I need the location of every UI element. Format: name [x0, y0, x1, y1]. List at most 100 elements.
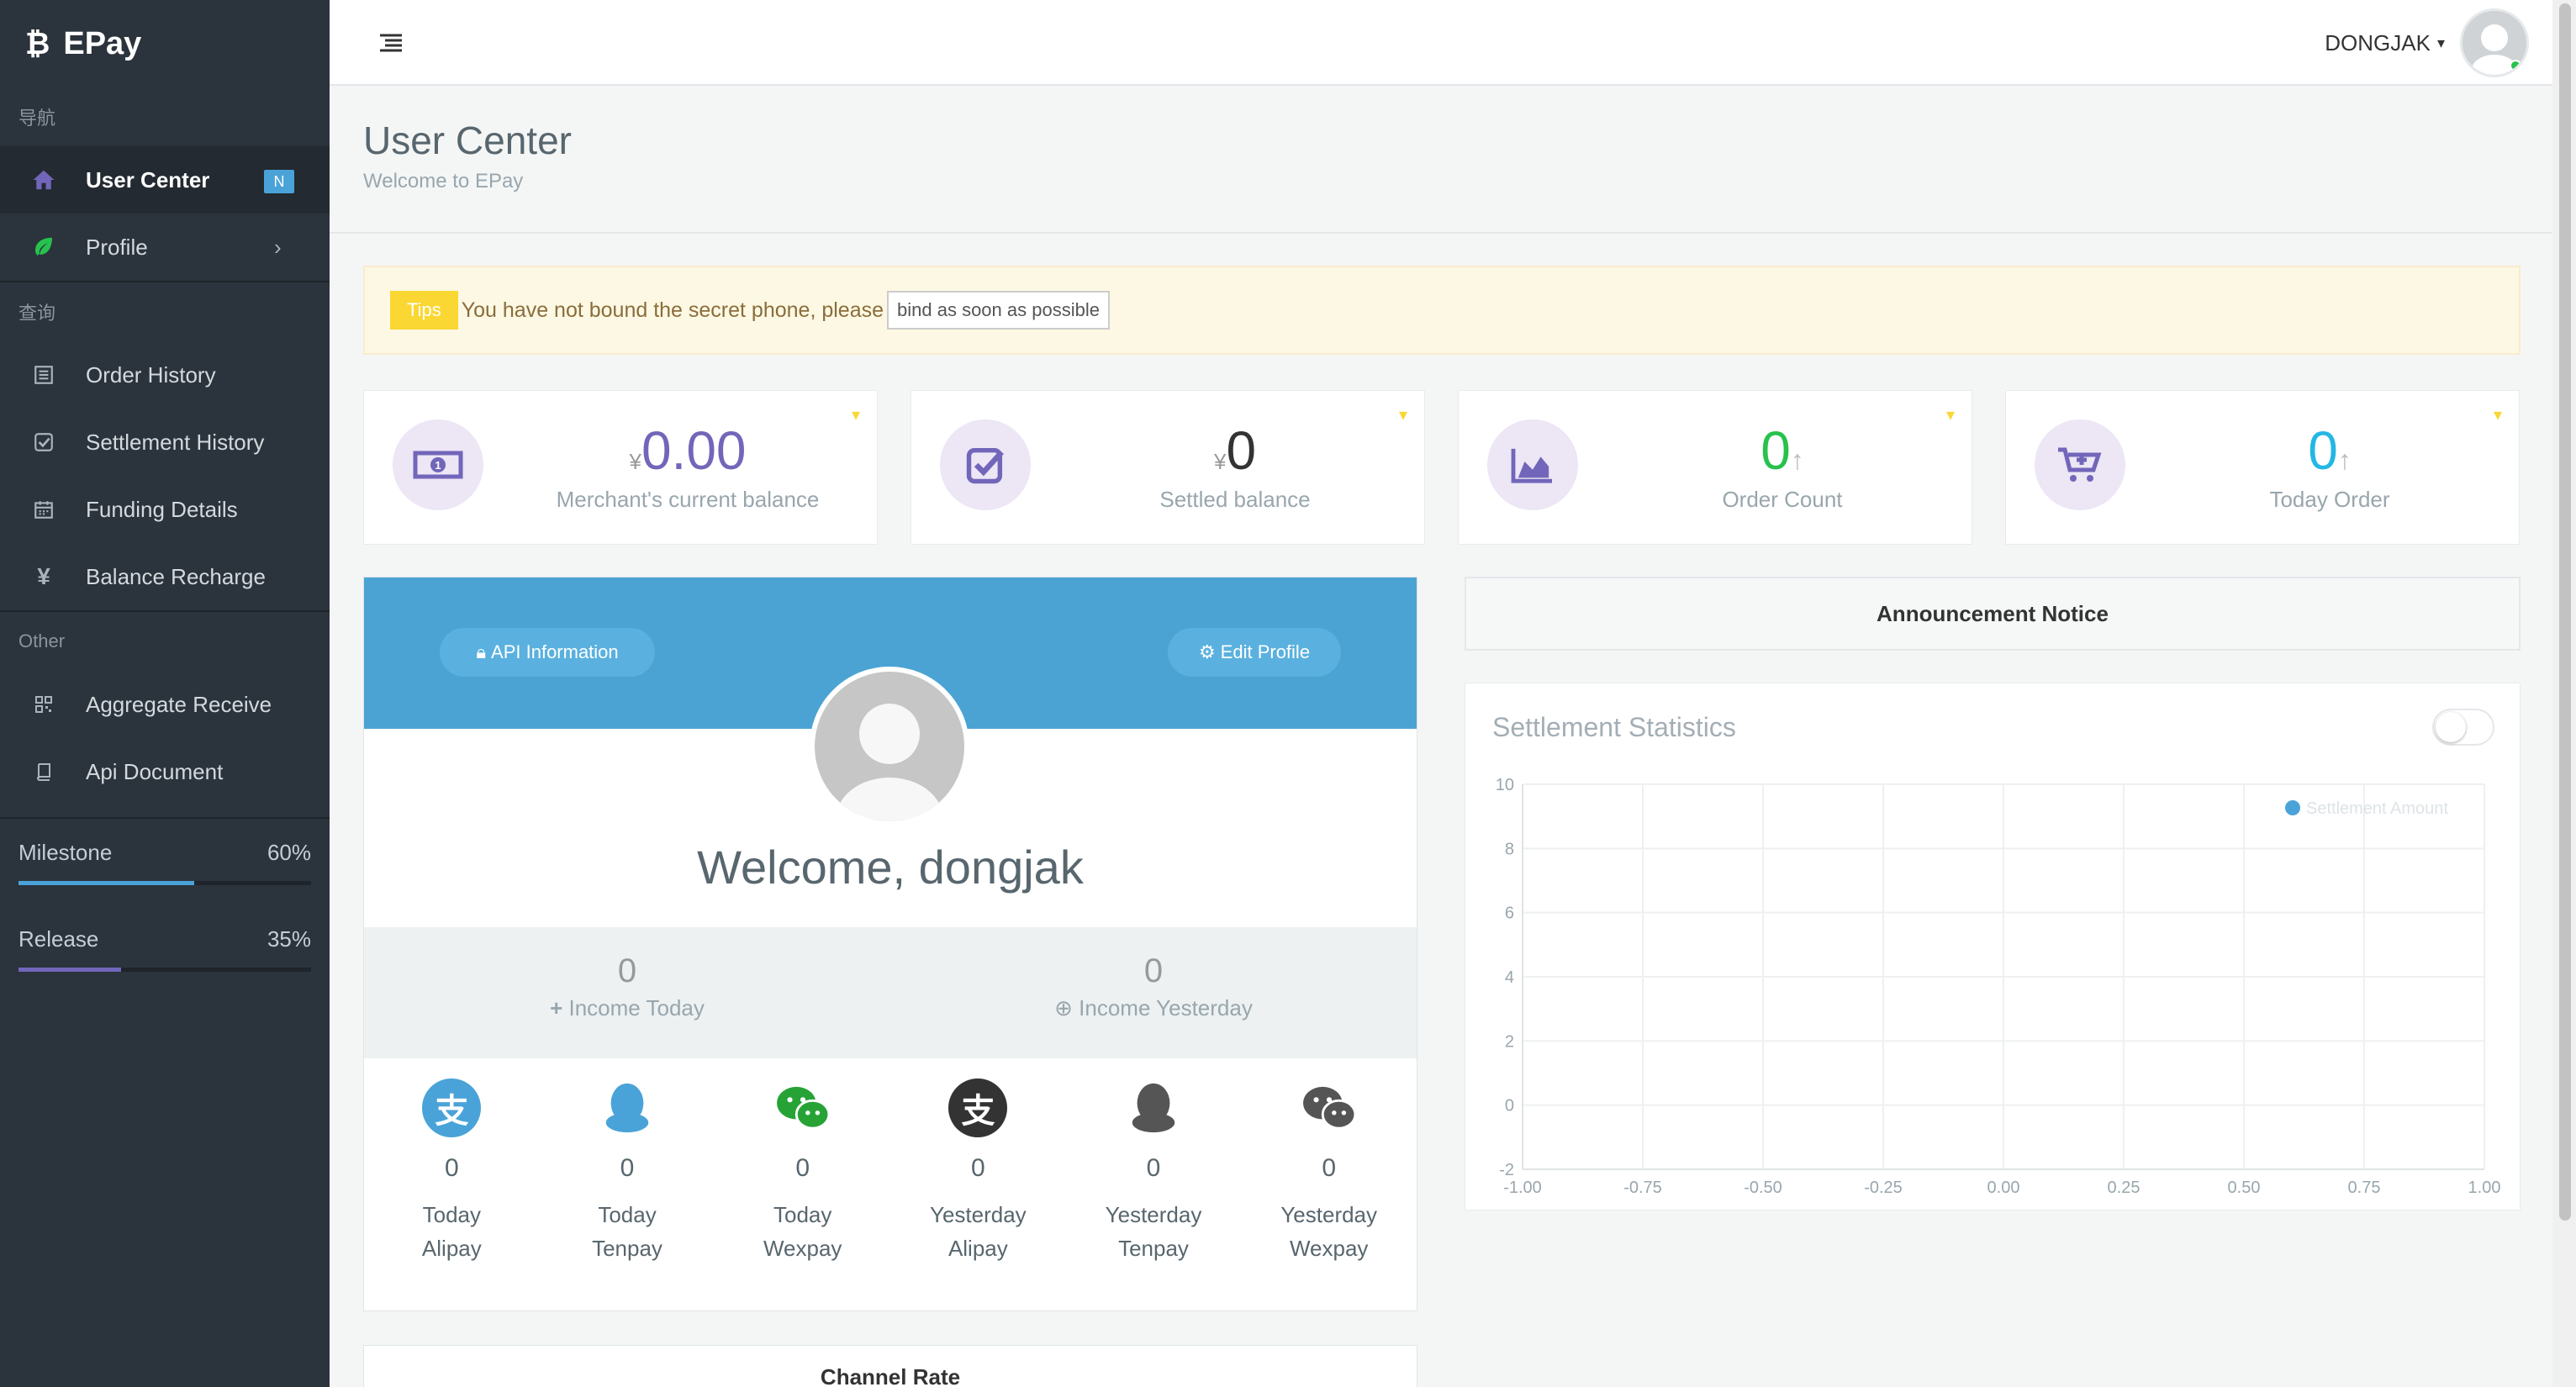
- progress-fill: [18, 881, 194, 885]
- payment-channels: 支 0 Today Alipay 0 Today Tenpay 0 Today Wex…: [364, 1078, 1417, 1265]
- stat-card-settled: ▾ ¥0 Settled balance: [911, 390, 1425, 545]
- area-chart-icon: [1487, 419, 1578, 510]
- arrow-up-icon: ↑: [1790, 445, 1804, 475]
- y-tick-label: 0: [1505, 1097, 1514, 1115]
- stat-card-order-count: ▾ 0↑ Order Count: [1458, 390, 1972, 545]
- scrollbar[interactable]: [2552, 0, 2576, 1387]
- api-information-button[interactable]: 🔒︎ API Information: [440, 628, 655, 677]
- income-value: 0: [1143, 952, 1164, 989]
- chevron-right-icon: ›: [274, 234, 282, 260]
- brand[interactable]: ₿ EPay: [0, 0, 330, 87]
- progress-fill: [18, 968, 121, 972]
- payment-label-line2: Wexpay: [1289, 1236, 1369, 1261]
- sidebar-item-api-document[interactable]: Api Document: [0, 738, 330, 805]
- stat-number: 0: [2308, 420, 2338, 481]
- sidebar-item-label: Profile: [86, 234, 148, 260]
- progress-label: Release: [18, 926, 99, 952]
- payment-label: Today Tenpay: [540, 1198, 715, 1265]
- x-tick-label: -0.50: [1744, 1179, 1782, 1197]
- sidebar-item-aggregate-receive[interactable]: Aggregate Receive: [0, 671, 330, 738]
- sidebar-item-balance-recharge[interactable]: ¥ Balance Recharge: [0, 543, 330, 610]
- payment-yesterday-wexpay: 0 Yesterday Wexpay: [1241, 1078, 1417, 1265]
- income-summary: 0 + Income Today 0 ⊕ Income Yesterday: [364, 927, 1417, 1058]
- check-square-icon: [30, 429, 57, 456]
- progress-value: 35%: [267, 926, 311, 952]
- payment-label-line2: Alipay: [421, 1236, 482, 1261]
- user-menu[interactable]: DONGJAK ▾: [2325, 8, 2529, 77]
- sidebar-item-label: Aggregate Receive: [86, 691, 272, 717]
- announcement-title: Announcement Notice: [1877, 600, 2109, 626]
- menu-toggle-icon[interactable]: [378, 32, 404, 54]
- stat-label: Order Count: [1722, 487, 1843, 512]
- edit-profile-button[interactable]: ⚙ Edit Profile: [1168, 628, 1341, 677]
- leaf-icon: [30, 234, 57, 261]
- income-yesterday: 0 ⊕ Income Yesterday: [890, 927, 1417, 1058]
- bind-phone-link[interactable]: bind as soon as possible: [887, 291, 1110, 330]
- cart-plus-icon: [2035, 419, 2125, 510]
- payment-label-line1: Yesterday: [930, 1202, 1027, 1227]
- sidebar-item-order-history[interactable]: Order History: [0, 341, 330, 409]
- profile-panel: 🔒︎ API Information ⚙ Edit Profile Welcom…: [363, 577, 1417, 1311]
- x-tick-label: -1.00: [1503, 1179, 1542, 1197]
- legend-label: Settlement Amount: [2306, 799, 2448, 818]
- caret-down-icon: ▾: [2436, 34, 2445, 51]
- x-tick-label: 1.00: [2468, 1179, 2501, 1197]
- username: DONGJAK: [2325, 29, 2431, 55]
- alipay-icon: 支: [422, 1078, 482, 1137]
- sidebar-item-user-center[interactable]: User Center N: [0, 146, 330, 214]
- x-tick-label: 0.50: [2228, 1179, 2261, 1197]
- y-tick-label: 10: [1496, 776, 1514, 794]
- payment-label-line1: Yesterday: [1280, 1202, 1378, 1227]
- milestone-progress: Milestone 60%: [0, 836, 330, 885]
- tips-tag: Tips: [390, 291, 458, 330]
- sidebar-item-profile[interactable]: Profile ›: [0, 214, 330, 281]
- settlement-statistics-panel: Settlement Statistics -1.00 -0.75 -0.50 -0.…: [1465, 683, 2521, 1210]
- qq-icon: [598, 1078, 657, 1137]
- stat-number: 0: [1226, 420, 1257, 481]
- announcement-panel: Announcement Notice: [1465, 577, 2521, 651]
- qrcode-icon: [30, 691, 57, 718]
- sidebar-item-label: User Center: [86, 166, 210, 192]
- payment-label: Yesterday Alipay: [890, 1198, 1066, 1265]
- payment-value: 0: [795, 1154, 810, 1182]
- currency-symbol: ¥: [1213, 449, 1227, 474]
- sidebar-item-funding-details[interactable]: Funding Details: [0, 476, 330, 543]
- payment-label: Today Wexpay: [715, 1198, 890, 1265]
- wechat-icon: [773, 1078, 832, 1137]
- svg-text:1: 1: [435, 459, 441, 472]
- qq-icon: [1124, 1078, 1183, 1137]
- yen-icon: ¥: [37, 563, 50, 589]
- page-header: User Center Welcome to EPay: [330, 86, 2552, 234]
- channel-rate-panel: Channel Rate: [363, 1345, 1417, 1387]
- progress-value: 60%: [267, 839, 311, 865]
- gear-icon: ⚙: [1198, 641, 1216, 662]
- payment-label: Yesterday Wexpay: [1241, 1198, 1417, 1265]
- x-tick-label: 0.25: [2108, 1179, 2141, 1197]
- payment-label: Today Alipay: [364, 1198, 540, 1265]
- x-tick-label: 0.00: [1987, 1179, 2020, 1197]
- lock-icon: 🔒︎: [476, 641, 487, 662]
- stat-label: Merchant's current balance: [556, 487, 820, 512]
- payment-label-line1: Today: [598, 1202, 657, 1227]
- stat-card-today-order: ▾ 0↑ Today Order: [2005, 390, 2520, 545]
- scrollbar-thumb[interactable]: [2559, 3, 2571, 1221]
- y-tick-label: -2: [1499, 1161, 1514, 1179]
- button-label: Edit Profile: [1220, 641, 1311, 662]
- progress-bar: [18, 881, 311, 885]
- sidebar-item-settlement-history[interactable]: Settlement History: [0, 409, 330, 476]
- stat-label: Today Order: [2269, 487, 2390, 512]
- payment-label-line1: Today: [773, 1202, 832, 1227]
- online-status-dot: [2510, 60, 2521, 71]
- sidebar-item-label: Order History: [86, 361, 216, 388]
- wechat-icon: [1300, 1078, 1359, 1137]
- channel-rate-title: Channel Rate: [820, 1364, 961, 1387]
- payment-label-line2: Alipay: [948, 1236, 1008, 1261]
- income-label: Income Today: [568, 995, 705, 1020]
- sidebar-item-label: Settlement History: [86, 429, 265, 455]
- y-tick-label: 6: [1505, 904, 1514, 923]
- new-badge: N: [264, 170, 294, 193]
- sidebar-item-label: Api Document: [86, 758, 224, 784]
- book-icon: [30, 758, 57, 785]
- y-tick-label: 2: [1505, 1032, 1514, 1051]
- avatar[interactable]: [2460, 8, 2529, 77]
